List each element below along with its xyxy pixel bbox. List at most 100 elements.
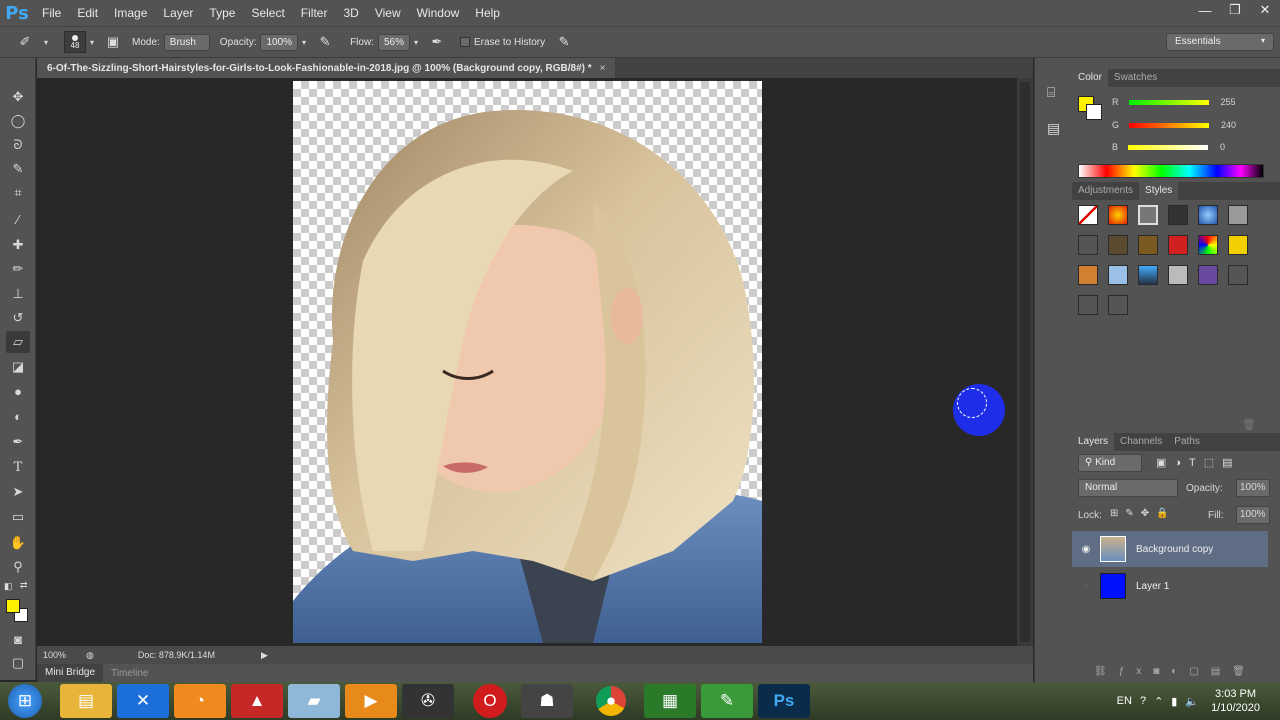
layers-panel-footer-icons[interactable]: ⛓ƒx◙◐▢▤🗑 [1094, 666, 1257, 677]
style-swatch[interactable] [1198, 265, 1218, 285]
layer-row-layer-1[interactable]: ▫ Layer 1 [1072, 568, 1268, 604]
fill-field[interactable]: 100% [1236, 506, 1270, 524]
help-icon[interactable]: ? [1140, 695, 1146, 707]
video-editor-icon[interactable]: ▦ [644, 684, 696, 718]
tab-mini-bridge[interactable]: Mini Bridge [37, 664, 104, 682]
tab-color[interactable]: Color [1072, 69, 1108, 87]
quick-select-tool-icon[interactable]: ✎ [6, 158, 30, 180]
style-swatch[interactable] [1228, 205, 1248, 225]
eyedropper-tool-icon[interactable]: ⁄ [6, 208, 30, 230]
quick-mask-icon[interactable]: ◙ [6, 628, 30, 650]
move-tool-icon[interactable]: ✥ [6, 86, 30, 108]
red-value[interactable]: 255 [1221, 97, 1257, 107]
pen-tool-icon[interactable]: ✒ [6, 431, 30, 453]
style-none-swatch[interactable] [1078, 205, 1098, 225]
start-button[interactable]: ⊞ [8, 684, 42, 718]
pressure-opacity-icon[interactable]: ✎ [316, 33, 334, 51]
style-swatch[interactable] [1198, 205, 1218, 225]
close-button[interactable]: ✕ [1250, 0, 1280, 20]
tab-timeline[interactable]: Timeline [103, 668, 156, 679]
brush-panel-icon[interactable]: ▣ [104, 33, 122, 51]
style-swatch[interactable] [1078, 295, 1098, 315]
properties-icon[interactable]: ▤ [1047, 120, 1060, 137]
eraser-tool-preset-icon[interactable]: ✐ [16, 33, 34, 51]
red-slider[interactable] [1128, 99, 1209, 105]
chevron-down-icon[interactable]: ▾ [40, 33, 52, 51]
photo-layer[interactable] [293, 81, 762, 643]
menu-3d[interactable]: 3D [335, 0, 366, 26]
pressure-size-icon[interactable]: ✎ [555, 33, 573, 51]
file-explorer-icon[interactable]: ▤ [60, 684, 112, 718]
network-icon[interactable]: ▮ [1171, 695, 1177, 708]
status-arrow-icon[interactable]: ▶ [261, 650, 268, 661]
airbrush-icon[interactable]: ✒ [428, 33, 446, 51]
rectangle-tool-icon[interactable]: ▭ [6, 506, 30, 528]
style-swatch[interactable] [1138, 265, 1158, 285]
minimize-button[interactable]: — [1190, 0, 1220, 20]
flow-field[interactable]: 56% [377, 33, 410, 51]
style-swatch[interactable] [1108, 265, 1128, 285]
style-swatch[interactable] [1168, 265, 1188, 285]
green-value[interactable]: 240 [1221, 120, 1257, 130]
chrome-icon[interactable]: ● [596, 686, 626, 716]
history-icon[interactable]: ⌸ [1047, 84, 1055, 101]
eye-icon[interactable]: ◉ [1072, 544, 1100, 555]
app-icon[interactable]: ▲ [231, 684, 283, 718]
style-swatch[interactable] [1228, 235, 1248, 255]
brush-size-picker[interactable]: 48 [64, 31, 86, 53]
tab-styles[interactable]: Styles [1139, 182, 1179, 200]
menu-edit[interactable]: Edit [69, 0, 106, 26]
style-swatch[interactable] [1078, 265, 1098, 285]
volume-icon[interactable]: 🔈 [1185, 695, 1199, 708]
chevron-down-icon[interactable]: ▾ [86, 33, 98, 51]
menu-image[interactable]: Image [106, 0, 155, 26]
paint-bucket-tool-icon[interactable]: ◪ [6, 356, 30, 378]
layer-opacity-field[interactable]: 100% [1236, 479, 1270, 497]
menu-view[interactable]: View [367, 0, 409, 26]
photoshop-taskbar-icon[interactable]: Ps [758, 684, 810, 718]
style-swatch[interactable] [1228, 265, 1248, 285]
style-swatch[interactable] [1108, 235, 1128, 255]
tab-layers[interactable]: Layers [1072, 433, 1115, 451]
default-colors-icon[interactable]: ◧ [4, 581, 13, 592]
zoom-level[interactable]: 100% [43, 650, 66, 660]
blue-slider[interactable] [1128, 144, 1209, 150]
layer-row-background-copy[interactable]: ◉ Background copy [1072, 531, 1268, 567]
menu-type[interactable]: Type [201, 0, 243, 26]
vertical-scrollbar[interactable] [1017, 78, 1033, 646]
dodge-tool-icon[interactable]: ◐ [6, 405, 30, 427]
menu-select[interactable]: Select [243, 0, 292, 26]
type-tool-icon[interactable]: T [6, 456, 30, 478]
style-swatch[interactable] [1168, 205, 1188, 225]
layer-filter-kind[interactable]: ⚲ Kind [1078, 454, 1142, 472]
style-swatch[interactable] [1198, 235, 1218, 255]
tab-paths[interactable]: Paths [1168, 433, 1206, 451]
erase-history-checkbox[interactable] [459, 37, 470, 47]
green-slider[interactable] [1129, 122, 1210, 128]
scrollbar-thumb[interactable] [1020, 82, 1030, 642]
screen-mode-icon[interactable]: ▢ [6, 652, 30, 674]
close-tab-icon[interactable]: × [600, 63, 606, 74]
status-info-icon[interactable]: ◍ [86, 650, 94, 661]
history-brush-tool-icon[interactable]: ↺ [6, 307, 30, 329]
chevron-down-icon[interactable]: ▾ [298, 33, 310, 51]
foreground-color-swatch[interactable] [6, 599, 20, 613]
tab-channels[interactable]: Channels [1114, 433, 1168, 451]
marquee-tool-icon[interactable]: ◯ [6, 110, 30, 132]
language-indicator[interactable]: EN [1117, 695, 1132, 707]
menu-window[interactable]: Window [409, 0, 468, 26]
restore-button[interactable]: ❐ [1220, 0, 1250, 20]
app-icon[interactable]: ✇ [402, 684, 454, 718]
menu-layer[interactable]: Layer [155, 0, 201, 26]
delete-style-icon[interactable]: 🗑 [1242, 418, 1256, 431]
app-icon[interactable]: ▰ [288, 684, 340, 718]
menu-help[interactable]: Help [467, 0, 508, 26]
hand-tool-icon[interactable]: ✋ [6, 532, 30, 554]
document-tab[interactable]: 6-Of-The-Sizzling-Short-Hairstyles-for-G… [37, 58, 616, 78]
menu-file[interactable]: File [34, 0, 69, 26]
style-swatch[interactable] [1138, 235, 1158, 255]
menu-filter[interactable]: Filter [293, 0, 336, 26]
brush-tool-icon[interactable]: ✏ [6, 258, 30, 280]
lasso-tool-icon[interactable]: ᘐ [6, 134, 30, 156]
eraser-tool-icon[interactable]: ▱ [6, 331, 30, 353]
